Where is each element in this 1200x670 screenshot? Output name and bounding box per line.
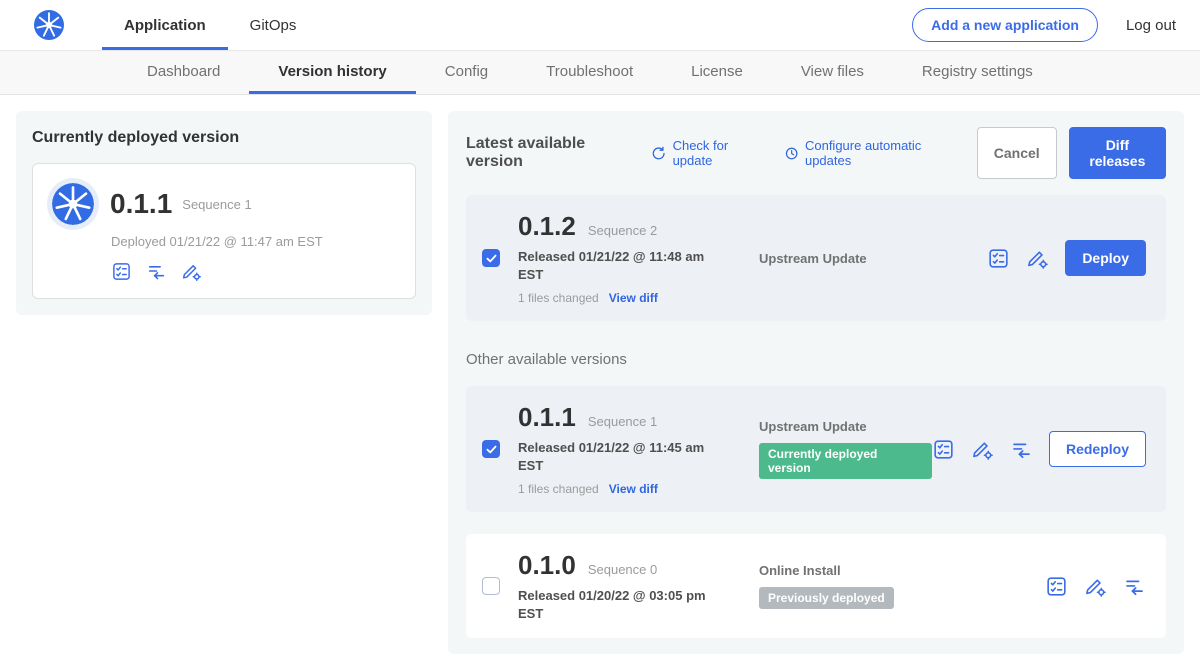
version-row: 0.1.0 Sequence 0 Released 01/20/22 @ 03:… — [466, 534, 1166, 638]
app-subnav: Dashboard Version history Config Trouble… — [0, 50, 1200, 95]
subnav-item-troubleshoot[interactable]: Troubleshoot — [517, 51, 662, 94]
view-diff-link[interactable]: View diff — [609, 291, 658, 305]
available-versions-panel: Latest available version Check for updat… — [448, 111, 1184, 654]
edit-config-icon[interactable] — [971, 438, 994, 461]
kubernetes-app-icon — [52, 183, 94, 225]
configure-automatic-updates-link[interactable]: Configure automatic updates — [784, 138, 955, 168]
tab-application-label: Application — [124, 17, 206, 34]
check-for-update-link[interactable]: Check for update — [651, 138, 761, 168]
release-timestamp: Released 01/21/22 @ 11:48 am EST — [518, 248, 708, 283]
main-content: Currently deployed version 0.1.1 Sequenc… — [0, 95, 1200, 670]
subnav-item-version-history[interactable]: Version history — [249, 51, 415, 94]
subnav-item-registry-settings[interactable]: Registry settings — [893, 51, 1062, 94]
currently-deployed-panel: Currently deployed version 0.1.1 Sequenc… — [16, 111, 432, 315]
version-source: Upstream Update — [759, 419, 932, 434]
release-notes-icon[interactable] — [1045, 575, 1068, 598]
check-for-update-label: Check for update — [673, 138, 762, 168]
edit-config-icon[interactable] — [1026, 247, 1049, 270]
edit-config-icon[interactable] — [181, 261, 202, 282]
refresh-icon — [651, 145, 666, 162]
release-timestamp: Released 01/21/22 @ 11:45 am EST — [518, 439, 708, 474]
configure-automatic-updates-label: Configure automatic updates — [805, 138, 955, 168]
cancel-button[interactable]: Cancel — [977, 127, 1057, 179]
kubernetes-logo-icon — [34, 10, 64, 40]
view-diff-link[interactable]: View diff — [609, 482, 658, 496]
currently-deployed-badge: Currently deployed version — [759, 443, 932, 479]
version-sequence: Sequence 1 — [588, 414, 657, 429]
previously-deployed-badge: Previously deployed — [759, 587, 894, 609]
release-timestamp: Released 01/20/22 @ 03:05 pm EST — [518, 587, 708, 622]
files-changed-label: 1 files changed — [518, 291, 599, 305]
version-number: 0.1.1 — [518, 402, 576, 433]
version-row: 0.1.1 Sequence 1 Released 01/21/22 @ 11:… — [466, 386, 1166, 512]
tab-application[interactable]: Application — [102, 0, 228, 50]
deployed-version-number: 0.1.1 — [110, 188, 172, 220]
version-checkbox[interactable] — [482, 249, 500, 267]
deployed-version-card: 0.1.1 Sequence 1 Deployed 01/21/22 @ 11:… — [32, 163, 416, 299]
subnav-item-license[interactable]: License — [662, 51, 772, 94]
release-notes-icon[interactable] — [111, 261, 132, 282]
release-notes-icon[interactable] — [987, 247, 1010, 270]
version-sequence: Sequence 2 — [588, 223, 657, 238]
deployed-timestamp: Deployed 01/21/22 @ 11:47 am EST — [111, 234, 399, 249]
files-changed-label: 1 files changed — [518, 482, 599, 496]
other-versions-title: Other available versions — [466, 351, 1166, 368]
subnav-item-view-files[interactable]: View files — [772, 51, 893, 94]
tab-gitops-label: GitOps — [250, 17, 297, 34]
deployed-panel-title: Currently deployed version — [32, 129, 416, 147]
subnav-item-config[interactable]: Config — [416, 51, 517, 94]
clock-icon — [784, 145, 799, 162]
redeploy-button[interactable]: Redeploy — [1049, 431, 1146, 467]
version-number: 0.1.2 — [518, 211, 576, 242]
version-sequence: Sequence 0 — [588, 562, 657, 577]
logout-link[interactable]: Log out — [1126, 17, 1176, 34]
release-notes-icon[interactable] — [932, 438, 955, 461]
version-source: Upstream Update — [759, 251, 987, 266]
latest-available-title: Latest available version — [466, 135, 629, 171]
deploy-logs-icon[interactable] — [1010, 438, 1033, 461]
version-row: 0.1.2 Sequence 2 Released 01/21/22 @ 11:… — [466, 195, 1166, 321]
deploy-logs-icon[interactable] — [1123, 575, 1146, 598]
add-new-application-button[interactable]: Add a new application — [912, 8, 1098, 42]
deployed-sequence: Sequence 1 — [182, 197, 251, 212]
version-source: Online Install — [759, 563, 1045, 578]
top-header: Application GitOps Add a new application… — [0, 0, 1200, 50]
diff-releases-button[interactable]: Diff releases — [1069, 127, 1166, 179]
edit-config-icon[interactable] — [1084, 575, 1107, 598]
deploy-button[interactable]: Deploy — [1065, 240, 1146, 276]
subnav-item-dashboard[interactable]: Dashboard — [118, 51, 249, 94]
tab-gitops[interactable]: GitOps — [228, 0, 319, 50]
version-number: 0.1.0 — [518, 550, 576, 581]
version-checkbox[interactable] — [482, 440, 500, 458]
deploy-logs-icon[interactable] — [146, 261, 167, 282]
version-checkbox[interactable] — [482, 577, 500, 595]
